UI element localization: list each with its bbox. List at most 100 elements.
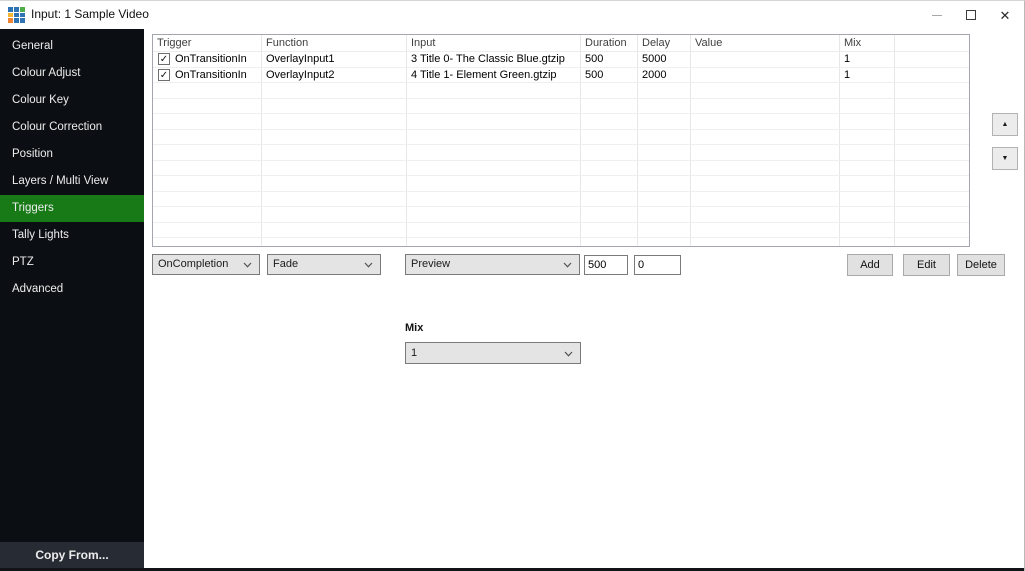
empty-cell [262,145,407,160]
empty-cell [895,207,969,222]
maximize-button[interactable] [954,1,988,29]
empty-cell [581,114,638,129]
sidebar-item-colour-key[interactable]: Colour Key [0,87,144,114]
empty-cell [691,192,840,207]
sidebar-item-colour-adjust[interactable]: Colour Adjust [0,60,144,87]
empty-table-row [153,114,969,130]
table-row[interactable]: ✓OnTransitionInOverlayInput24 Title 1- E… [153,68,969,84]
add-button[interactable]: Add [847,254,893,276]
input-settings-window: Input: 1 Sample Video ✕ General Colour A… [0,0,1025,571]
copy-from-button[interactable]: Copy From... [0,542,144,569]
empty-table-row [153,192,969,208]
empty-cell [407,223,581,238]
column-header-delay[interactable]: Delay [638,35,691,51]
empty-table-row [153,83,969,99]
move-up-button[interactable]: ▲ [992,113,1018,136]
empty-cell [407,192,581,207]
cell-blank [895,68,969,83]
empty-cell [691,238,840,247]
trigger-type-value: OnCompletion [158,258,228,270]
cell-trigger: OnTransitionIn [175,53,247,65]
empty-cell [153,99,262,114]
empty-cell [638,176,691,191]
function-dropdown[interactable]: Fade [267,254,381,275]
empty-cell [638,238,691,247]
cell-function: OverlayInput1 [262,52,407,67]
column-header-duration[interactable]: Duration [581,35,638,51]
app-icon-square [8,13,13,18]
minimize-icon [932,15,942,16]
minimize-button[interactable] [920,1,954,29]
empty-cell [153,238,262,247]
mix-value: 1 [411,347,417,359]
empty-cell [895,99,969,114]
sidebar: General Colour Adjust Colour Key Colour … [0,29,144,571]
chevron-down-icon [243,262,252,268]
empty-table-row [153,99,969,115]
sidebar-item-ptz[interactable]: PTZ [0,249,144,276]
edit-button[interactable]: Edit [903,254,950,276]
empty-cell [407,114,581,129]
empty-cell [638,99,691,114]
empty-cell [895,83,969,98]
app-icon-square [8,7,13,12]
empty-cell [691,207,840,222]
empty-cell [262,192,407,207]
empty-cell [840,99,895,114]
cell-function: OverlayInput2 [262,68,407,83]
sidebar-item-general[interactable]: General [0,33,144,60]
empty-cell [581,223,638,238]
empty-cell [638,207,691,222]
mix-dropdown[interactable]: 1 [405,342,581,364]
cell-mix: 1 [840,68,895,83]
empty-cell [407,145,581,160]
empty-table-row [153,238,969,247]
empty-cell [581,238,638,247]
app-icon-square [20,13,25,18]
empty-cell [262,130,407,145]
table-row[interactable]: ✓OnTransitionInOverlayInput13 Title 0- T… [153,52,969,68]
empty-cell [153,176,262,191]
trigger-enabled-checkbox[interactable]: ✓ [158,69,170,81]
sidebar-item-triggers[interactable]: Triggers [0,195,144,222]
input-dropdown[interactable]: Preview [405,254,580,275]
sidebar-item-layers-multi-view[interactable]: Layers / Multi View [0,168,144,195]
duration-input[interactable] [584,255,628,275]
empty-cell [262,114,407,129]
close-icon: ✕ [1000,9,1011,22]
sidebar-item-tally-lights[interactable]: Tally Lights [0,222,144,249]
maximize-icon [966,10,976,20]
column-header-mix[interactable]: Mix [840,35,895,51]
empty-cell [691,99,840,114]
empty-cell [638,114,691,129]
column-header-value[interactable]: Value [691,35,840,51]
chevron-down-icon [364,262,373,268]
chevron-down-icon [563,262,572,268]
column-header-trigger[interactable]: Trigger [153,35,262,51]
delete-button[interactable]: Delete [957,254,1005,276]
empty-cell [840,130,895,145]
delay-input[interactable] [634,255,681,275]
move-down-button[interactable]: ▼ [992,147,1018,170]
sidebar-item-colour-correction[interactable]: Colour Correction [0,114,144,141]
column-header-function[interactable]: Function [262,35,407,51]
empty-cell [407,99,581,114]
empty-cell [691,130,840,145]
empty-cell [691,83,840,98]
app-icon [8,7,25,23]
function-value: Fade [273,258,298,270]
app-icon-square [14,18,19,23]
empty-cell [153,207,262,222]
sidebar-item-position[interactable]: Position [0,141,144,168]
empty-cell [895,192,969,207]
cell-duration: 500 [581,52,638,67]
empty-cell [407,207,581,222]
empty-cell [638,83,691,98]
close-button[interactable]: ✕ [988,1,1022,29]
trigger-enabled-checkbox[interactable]: ✓ [158,53,170,65]
sidebar-item-advanced[interactable]: Advanced [0,276,144,303]
empty-cell [840,145,895,160]
empty-cell [691,223,840,238]
column-header-input[interactable]: Input [407,35,581,51]
trigger-type-dropdown[interactable]: OnCompletion [152,254,260,275]
